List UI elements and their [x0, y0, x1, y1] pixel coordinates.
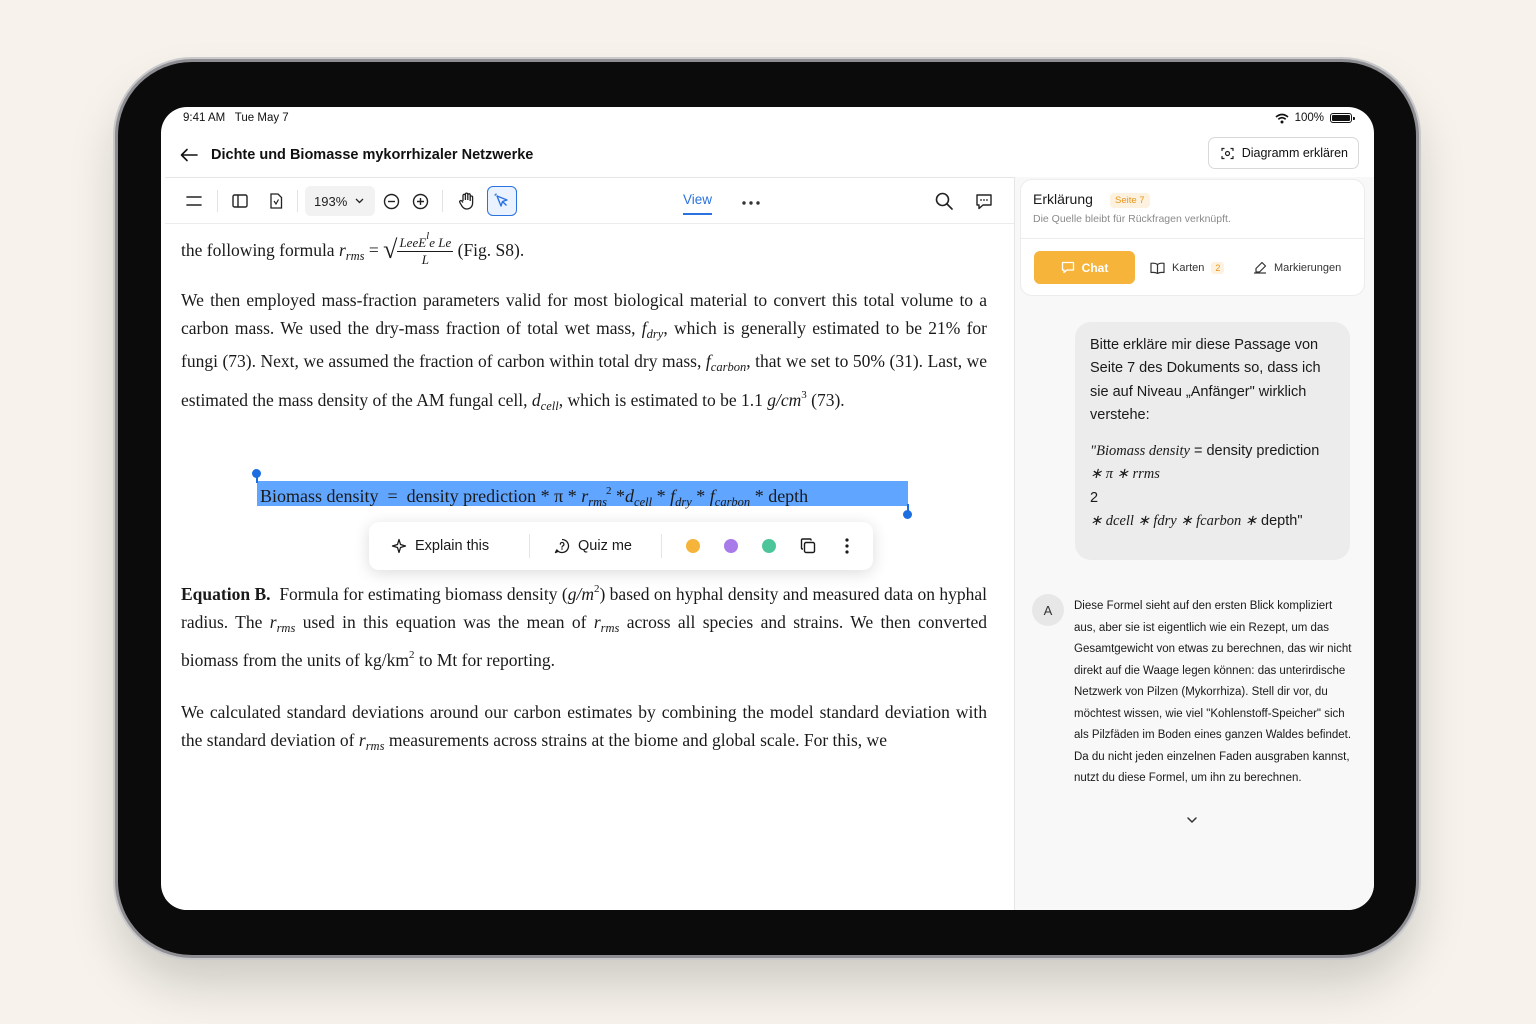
menu-icon [186, 196, 202, 206]
scroll-down-chevron-icon[interactable] [1185, 813, 1199, 827]
assistant-message: Diese Formel sieht auf den ersten Blick … [1074, 600, 1352, 784]
book-icon [1150, 262, 1165, 274]
copy-button[interactable] [800, 522, 816, 570]
search-button[interactable] [929, 186, 959, 216]
document-icon [270, 193, 283, 209]
mass-fraction-paragraph: We then employed mass-fraction parameter… [181, 290, 988, 413]
hand-icon [458, 192, 473, 210]
toolbar-separator [297, 190, 298, 212]
top-bar: Dichte und Biomasse mykorrhizaler Netzwe… [161, 133, 1374, 177]
formula-fraction: LeeEle Le L [397, 230, 454, 267]
equation-b-caption: Equation B. Formula for estimating bioma… [181, 583, 988, 670]
menu-button[interactable] [179, 186, 209, 216]
popup-separator [529, 534, 530, 558]
tab-highlights[interactable]: Markierungen [1253, 251, 1341, 284]
select-tool-button[interactable] [487, 186, 517, 216]
tablet-frame: 9:41 AM Tue May 7 100% Dichte und Biomas… [118, 62, 1416, 955]
cards-count-badge: 2 [1211, 261, 1225, 274]
sparkle-icon [391, 538, 407, 554]
zoom-out-icon [383, 193, 399, 209]
search-icon [935, 192, 953, 210]
tab-view[interactable]: View [683, 192, 713, 215]
sqrt-symbol: √ [383, 235, 398, 265]
popup-more-button[interactable] [845, 522, 849, 570]
selection-action-popup: Explain this Quiz me [369, 522, 873, 570]
more-options-button[interactable] [742, 189, 760, 210]
document-pane: 193% View the following formula rrms = √… [165, 177, 1015, 910]
quoted-formula: "Biomass density = density prediction ∗ … [1090, 443, 1320, 530]
selection-handle-end[interactable] [903, 510, 912, 519]
comment-icon [976, 193, 992, 209]
battery-icon [1330, 113, 1355, 123]
copy-icon [800, 538, 816, 554]
user-message: Bitte erkläre mir diese Passage von Seit… [1075, 322, 1350, 560]
sidebar-toggle-button[interactable] [225, 186, 255, 216]
screen: 9:41 AM Tue May 7 100% Dichte und Biomas… [161, 107, 1374, 910]
panel-header-card: Erklärung Seite 7 Die Quelle bleibt für … [1020, 179, 1365, 296]
zoom-in-icon [412, 193, 428, 209]
panel-subtitle: Die Quelle bleibt für Rückfragen verknüp… [1033, 213, 1231, 225]
more-icon [742, 201, 760, 205]
standard-deviation-paragraph: We calculated standard deviations around… [181, 702, 987, 753]
highlighter-icon [1254, 261, 1267, 274]
comments-button[interactable] [969, 186, 999, 216]
tab-cards[interactable]: Karten 2 [1150, 251, 1225, 284]
vertical-dots-icon [845, 538, 849, 554]
selected-formula[interactable]: Biomass density = density prediction * π… [260, 476, 808, 517]
highlight-yellow-button[interactable] [686, 539, 700, 553]
assistant-avatar: A [1032, 594, 1064, 626]
status-right: 100% [1275, 112, 1355, 124]
popup-separator [661, 534, 662, 558]
sidebar-icon [232, 194, 248, 208]
status-time: 9:41 AM Tue May 7 [183, 112, 289, 124]
chevron-down-icon [355, 198, 364, 204]
document-toolbar: 193% View [165, 178, 1014, 224]
explain-diagram-button[interactable]: Diagramm erklären [1207, 137, 1359, 169]
pan-tool-button[interactable] [451, 186, 481, 216]
toolbar-separator [217, 190, 218, 212]
document-info-button[interactable] [261, 186, 291, 216]
back-button[interactable] [177, 143, 201, 167]
document-title: Dichte und Biomasse mykorrhizaler Netzwe… [211, 147, 534, 163]
status-bar: 9:41 AM Tue May 7 100% [161, 107, 1374, 131]
zoom-in-button[interactable] [405, 186, 435, 216]
quiz-me-button[interactable]: Quiz me [554, 522, 632, 570]
formula-paragraph: the following formula rrms = √ LeeEle Le L… [181, 230, 525, 267]
battery-percent: 100% [1294, 112, 1324, 124]
tab-chat[interactable]: Chat [1034, 251, 1135, 284]
page-badge[interactable]: Seite 7 [1110, 193, 1150, 208]
zoom-out-button[interactable] [376, 186, 406, 216]
select-cursor-icon [494, 193, 508, 207]
wifi-icon [1275, 113, 1289, 123]
explain-this-button[interactable]: Explain this [391, 522, 489, 570]
toolbar-separator [442, 190, 443, 212]
explanation-panel: Erklärung Seite 7 Die Quelle bleibt für … [1015, 177, 1374, 910]
highlight-purple-button[interactable] [724, 539, 738, 553]
chat-icon [1061, 261, 1074, 274]
highlight-green-button[interactable] [762, 539, 776, 553]
question-icon [554, 538, 570, 554]
panel-divider [1021, 238, 1364, 239]
back-arrow-icon [180, 148, 198, 162]
zoom-select[interactable]: 193% [305, 186, 375, 216]
scan-icon [1221, 147, 1234, 159]
panel-title: Erklärung [1033, 191, 1093, 207]
